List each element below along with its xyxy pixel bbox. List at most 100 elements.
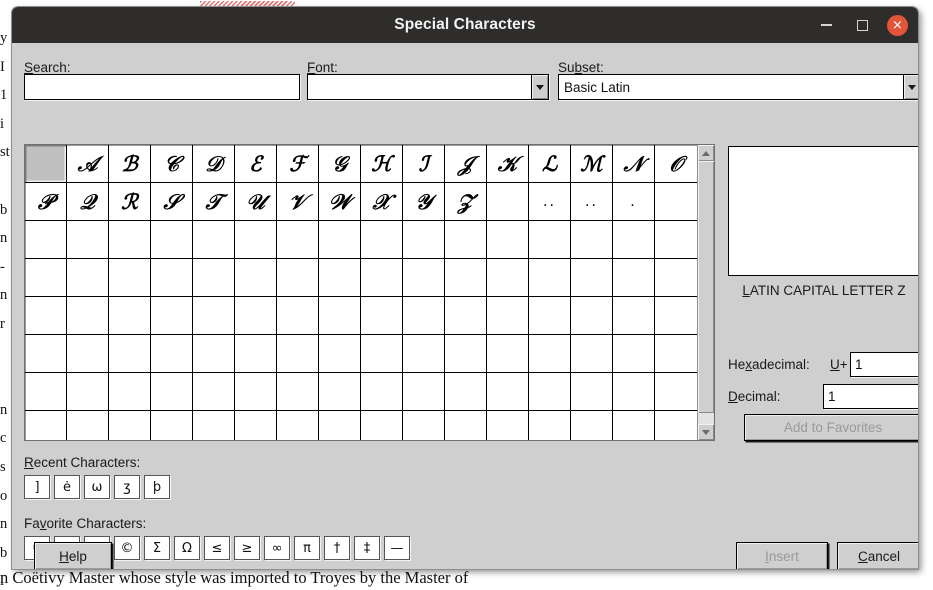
character-cell[interactable]: 𝒬 xyxy=(67,183,109,221)
favorite-character-chip[interactable]: Ω xyxy=(174,536,200,560)
character-cell[interactable] xyxy=(529,221,571,259)
recent-character-chip[interactable]: ω xyxy=(84,475,110,499)
character-cell[interactable] xyxy=(193,297,235,335)
character-cell[interactable] xyxy=(361,373,403,411)
character-cell[interactable] xyxy=(151,411,193,440)
character-cell[interactable] xyxy=(319,221,361,259)
character-cell[interactable] xyxy=(445,221,487,259)
character-cell[interactable] xyxy=(529,297,571,335)
character-cell[interactable] xyxy=(403,259,445,297)
character-cell[interactable] xyxy=(25,259,67,297)
character-cell[interactable] xyxy=(193,411,235,440)
character-cell[interactable] xyxy=(235,335,277,373)
character-cell[interactable]: 𝒳 xyxy=(361,183,403,221)
character-cell[interactable]: ℋ xyxy=(361,145,403,183)
character-cell[interactable]: 𝒦 xyxy=(487,145,529,183)
character-cell[interactable] xyxy=(235,297,277,335)
favorite-character-chip[interactable]: Σ xyxy=(144,536,170,560)
character-cell[interactable] xyxy=(487,373,529,411)
character-cell[interactable]: ℳ xyxy=(571,145,613,183)
character-cell[interactable] xyxy=(67,335,109,373)
character-cell[interactable] xyxy=(571,297,613,335)
character-cell[interactable] xyxy=(571,335,613,373)
character-cell[interactable] xyxy=(109,373,151,411)
character-cell[interactable]: 𝒫 xyxy=(25,183,67,221)
character-cell[interactable] xyxy=(445,259,487,297)
character-cell[interactable] xyxy=(361,411,403,440)
character-cell[interactable] xyxy=(319,259,361,297)
character-cell[interactable] xyxy=(361,221,403,259)
maximize-icon[interactable] xyxy=(851,14,873,36)
character-cell[interactable] xyxy=(151,259,193,297)
character-cell[interactable] xyxy=(361,297,403,335)
character-cell[interactable] xyxy=(277,297,319,335)
add-to-favorites-button[interactable]: Add to Favorites xyxy=(744,414,918,441)
character-grid-scrollbar[interactable] xyxy=(697,145,714,440)
character-cell[interactable] xyxy=(193,221,235,259)
character-cell[interactable] xyxy=(445,297,487,335)
favorite-character-chip[interactable]: ≤ xyxy=(204,536,230,560)
recent-character-chip[interactable]: ] xyxy=(24,475,50,499)
character-cell[interactable] xyxy=(277,411,319,440)
character-cell[interactable] xyxy=(487,183,529,221)
character-cell[interactable] xyxy=(25,373,67,411)
character-cell[interactable] xyxy=(193,373,235,411)
character-cell[interactable]: 𝒴 xyxy=(403,183,445,221)
close-icon[interactable]: × xyxy=(887,14,908,36)
character-cell[interactable]: 𝒵 xyxy=(445,183,487,221)
character-cell[interactable] xyxy=(487,297,529,335)
character-cell[interactable] xyxy=(445,411,487,440)
character-cell[interactable] xyxy=(193,259,235,297)
character-cell[interactable]: 𝒯 xyxy=(193,183,235,221)
character-cell[interactable] xyxy=(67,221,109,259)
favorite-character-chip[interactable]: ∞ xyxy=(264,536,290,560)
recent-character-chip[interactable]: ʒ xyxy=(114,475,140,499)
favorite-character-chip[interactable]: π xyxy=(294,536,320,560)
insert-button[interactable]: Insert xyxy=(736,542,828,569)
character-cell[interactable]: 𝒱 xyxy=(277,183,319,221)
recent-character-chip[interactable]: ė xyxy=(54,475,80,499)
favorite-character-chip[interactable]: ‡ xyxy=(354,536,380,560)
character-cell[interactable] xyxy=(529,373,571,411)
character-cell[interactable] xyxy=(613,335,655,373)
font-combobox[interactable] xyxy=(307,74,549,100)
character-cell[interactable] xyxy=(655,411,697,440)
minimize-icon[interactable] xyxy=(815,14,837,36)
character-cell[interactable] xyxy=(613,259,655,297)
character-cell[interactable]: 𝒮 xyxy=(151,183,193,221)
character-cell[interactable]: 𝒟 xyxy=(193,145,235,183)
character-grid[interactable]: 𝒜 ℬ 𝒞 𝒟 ℰ ℱ 𝒢 ℋ ℐ 𝒥 𝒦 ℒ ℳ 𝒩 𝒪 𝒫 𝒬 ℛ 𝒮 𝒯 𝒰 𝒱 𝒲 𝒳 𝒴 𝒵..... xyxy=(24,144,715,441)
character-cell[interactable] xyxy=(277,373,319,411)
recent-character-chip[interactable]: þ xyxy=(144,475,170,499)
character-cell[interactable] xyxy=(277,259,319,297)
character-cell[interactable]: 𝒰 xyxy=(235,183,277,221)
character-cell[interactable] xyxy=(403,335,445,373)
character-cell[interactable] xyxy=(445,335,487,373)
character-cell[interactable]: . xyxy=(613,183,655,221)
search-input[interactable] xyxy=(24,74,300,100)
favorite-character-chip[interactable]: † xyxy=(324,536,350,560)
character-cell[interactable]: 𝒜 xyxy=(67,145,109,183)
chevron-down-icon[interactable] xyxy=(903,75,918,99)
character-cell[interactable]: ℱ xyxy=(277,145,319,183)
character-cell[interactable] xyxy=(67,411,109,440)
character-cell[interactable] xyxy=(487,411,529,440)
scroll-up-icon[interactable] xyxy=(698,145,714,161)
character-cell[interactable] xyxy=(235,411,277,440)
character-cell[interactable] xyxy=(67,373,109,411)
character-cell[interactable] xyxy=(319,411,361,440)
character-cell[interactable] xyxy=(235,259,277,297)
character-cell[interactable] xyxy=(613,221,655,259)
character-cell[interactable] xyxy=(319,297,361,335)
character-cell[interactable]: .. xyxy=(529,183,571,221)
character-cell[interactable] xyxy=(193,335,235,373)
dialog-titlebar[interactable]: Special Characters × xyxy=(12,7,918,43)
character-cell[interactable] xyxy=(655,183,697,221)
character-cell[interactable] xyxy=(403,373,445,411)
character-cell-selected[interactable] xyxy=(25,145,67,183)
scroll-down-icon[interactable] xyxy=(698,424,714,440)
decimal-input[interactable]: 1 xyxy=(823,384,918,409)
character-cell[interactable] xyxy=(25,221,67,259)
character-cell[interactable] xyxy=(403,221,445,259)
character-cell[interactable] xyxy=(445,373,487,411)
